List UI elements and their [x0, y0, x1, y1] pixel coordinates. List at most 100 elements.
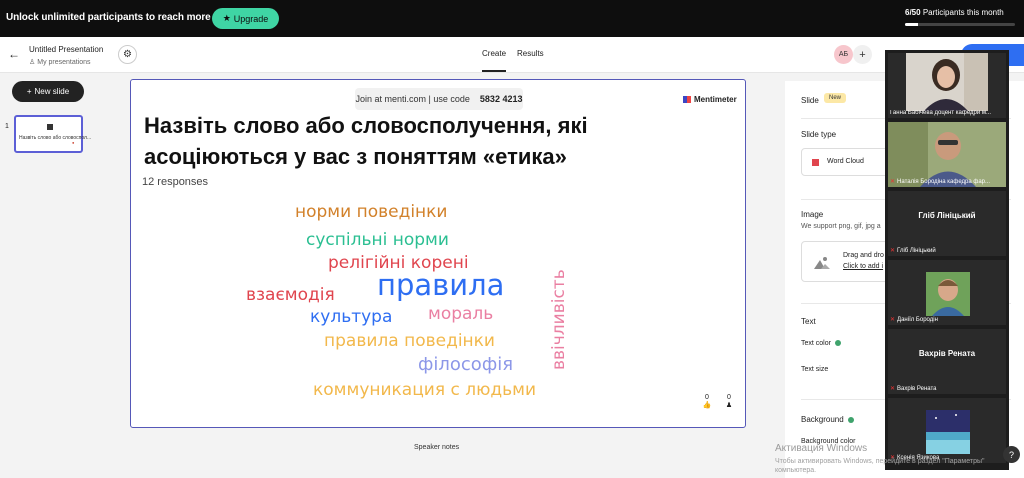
- video-call-strip: Ганна Бабічева доцент кафедри м... ✕ Ната…: [885, 50, 1009, 470]
- image-label: Image: [801, 210, 824, 219]
- participant-name-label: ✕ Вахрів Рената: [890, 385, 1004, 393]
- participants-label: Participants this month: [922, 8, 1004, 17]
- image-hint: We support png, gif, jpg a: [801, 223, 881, 230]
- my-presentations-label: My presentations: [37, 59, 91, 66]
- upgrade-button[interactable]: ★ Upgrade: [212, 8, 279, 29]
- participant-name: Гліб Лініцький: [897, 247, 936, 254]
- word-cloud-item: філософія: [418, 354, 514, 375]
- background-label: Background: [801, 415, 844, 424]
- add-collaborator-icon[interactable]: +: [853, 45, 872, 64]
- thumbnail-text: Назвіть слово або словоспол...: [19, 135, 92, 141]
- active-tab-indicator: [482, 70, 506, 72]
- word-cloud-item: взаємодія: [246, 285, 335, 305]
- word-cloud-item: мораль: [428, 304, 494, 324]
- reactions-icon: 0 👍: [702, 394, 712, 409]
- mic-off-icon: ✕: [890, 179, 896, 185]
- mentimeter-logo: Mentimeter: [683, 95, 737, 104]
- participant-tile[interactable]: Вахрів Рената ✕ Вахрів Рената: [888, 329, 1006, 394]
- presentation-title[interactable]: Untitled Presentation: [29, 45, 103, 54]
- reactions-count: 0: [705, 394, 709, 401]
- participant-name: Ганна Бабічева доцент кафедри м...: [890, 110, 992, 116]
- word-cloud-type-icon: [812, 159, 819, 166]
- background-section-row: Background: [801, 415, 854, 424]
- word-cloud-icon: [47, 124, 53, 130]
- question-heading: Назвіть слово або словосполучення, які а…: [144, 113, 588, 169]
- join-instructions: Join at menti.com | use code 5832 4213: [355, 88, 523, 110]
- word-cloud-item: коммуникация с людьми: [313, 380, 537, 400]
- participants-progress-fill: [905, 23, 919, 26]
- word-cloud-item: правила поведінки: [324, 331, 495, 351]
- text-section-label: Text: [801, 317, 816, 326]
- windows-activation-title: Активация Windows: [775, 443, 868, 454]
- speaker-notes-toggle[interactable]: Speaker notes: [414, 444, 459, 451]
- word-cloud-item: культура: [310, 307, 393, 327]
- participant-name: Вахрів Рената: [897, 385, 937, 392]
- mentimeter-logo-icon: [683, 96, 691, 103]
- editor-header: ← Untitled Presentation ♙ My presentatio…: [0, 37, 1024, 73]
- participant-name: Даніїл Бородін: [897, 316, 938, 323]
- plus-icon: +: [26, 87, 32, 96]
- word-cloud-item: ввічливість: [549, 269, 569, 370]
- slide-type-value: Word Cloud: [827, 158, 864, 165]
- back-arrow-icon[interactable]: ←: [8, 47, 20, 61]
- participants-progress: [905, 23, 1015, 26]
- join-code: 5832 4213: [479, 94, 523, 104]
- participant-initial-name: Гліб Лініцький: [918, 211, 976, 220]
- participant-name: Наталія Бородіна кафедра фар...: [897, 178, 990, 185]
- participant-initial-name: Вахрів Рената: [918, 349, 976, 358]
- response-count: 12 responses: [142, 176, 209, 188]
- word-cloud-item: норми поведінки: [295, 202, 448, 222]
- participants-count: 6/50: [905, 8, 921, 17]
- join-text: Join at menti.com | use code: [355, 94, 470, 104]
- participants-on-slide-count: 0: [727, 394, 731, 401]
- user-icon: ♙: [29, 59, 36, 66]
- tab-create[interactable]: Create: [482, 49, 506, 58]
- upgrade-label: Upgrade: [233, 13, 269, 24]
- brand-name: Mentimeter: [694, 95, 737, 104]
- participant-avatar-icon: [926, 410, 970, 454]
- new-slide-label: New slide: [34, 87, 70, 96]
- upgrade-banner: Unlock unlimited participants to reach m…: [0, 0, 1024, 37]
- help-button[interactable]: ?: [1003, 446, 1020, 463]
- slide-section-title: Slide: [801, 96, 819, 105]
- new-slide-button[interactable]: + New slide: [12, 81, 84, 102]
- participants-counter: 6/50 Participants this month: [905, 8, 1004, 17]
- windows-activation-text: Чтобы активировать Windows, перейдите в …: [775, 457, 985, 475]
- participant-tile[interactable]: ✕ Даніїл Бородін: [888, 260, 1006, 325]
- image-placeholder-icon: [814, 257, 830, 269]
- text-color-label: Text color: [801, 340, 831, 347]
- new-badge: New: [824, 93, 847, 103]
- slide-canvas[interactable]: Join at menti.com | use code 5832 4213 M…: [130, 79, 746, 428]
- slide-thumbnail[interactable]: Назвіть слово або словоспол... ●: [14, 115, 91, 153]
- slide-type-label: Slide type: [801, 130, 837, 139]
- participant-name-label: ✕ Гліб Лініцький: [890, 247, 1004, 255]
- star-icon: ★: [222, 13, 231, 23]
- tab-results[interactable]: Results: [517, 49, 544, 58]
- participant-tile[interactable]: ✕ Ксенія Язикова: [888, 398, 1006, 463]
- participant-video-icon: [906, 53, 988, 111]
- click-to-add-link[interactable]: Click to add i: [843, 263, 883, 270]
- thumbnail-avatar-icon: ●: [72, 140, 75, 145]
- participants-icon: 0 ♟: [725, 394, 733, 409]
- word-cloud-item: суспільні норми: [306, 230, 449, 250]
- word-cloud-item: правила: [377, 268, 505, 302]
- color-swatch-icon: [834, 340, 841, 347]
- drag-drop-text: Drag and dro: [843, 252, 884, 259]
- participant-tile[interactable]: Гліб Лініцький ✕ Гліб Лініцький: [888, 191, 1006, 256]
- mic-off-icon: ✕: [890, 317, 896, 323]
- mic-off-icon: ✕: [890, 386, 896, 392]
- participant-name-label: ✕ Даніїл Бородін: [890, 316, 1004, 324]
- my-presentations-link[interactable]: ♙ My presentations: [29, 58, 91, 66]
- participant-name-label: Ганна Бабічева доцент кафедри м...: [890, 110, 1004, 116]
- avatar[interactable]: AБ: [834, 45, 853, 64]
- participant-tile[interactable]: ✕ Наталія Бородіна кафедра фар...: [888, 122, 1006, 187]
- mic-off-icon: ✕: [890, 248, 896, 254]
- text-size-label[interactable]: Text size: [801, 366, 828, 373]
- settings-gear-icon[interactable]: ⚙: [118, 45, 137, 64]
- participant-tile[interactable]: Ганна Бабічева доцент кафедри м...: [888, 53, 1006, 118]
- participant-avatar-icon: [926, 272, 970, 316]
- activation-line-2: Чтобы активировать Windows, перейдите в …: [775, 458, 985, 465]
- text-color-row[interactable]: Text color: [801, 340, 841, 347]
- activation-line-3: компьютера.: [775, 467, 817, 474]
- participant-name-label: ✕ Наталія Бородіна кафедра фар...: [890, 178, 1004, 186]
